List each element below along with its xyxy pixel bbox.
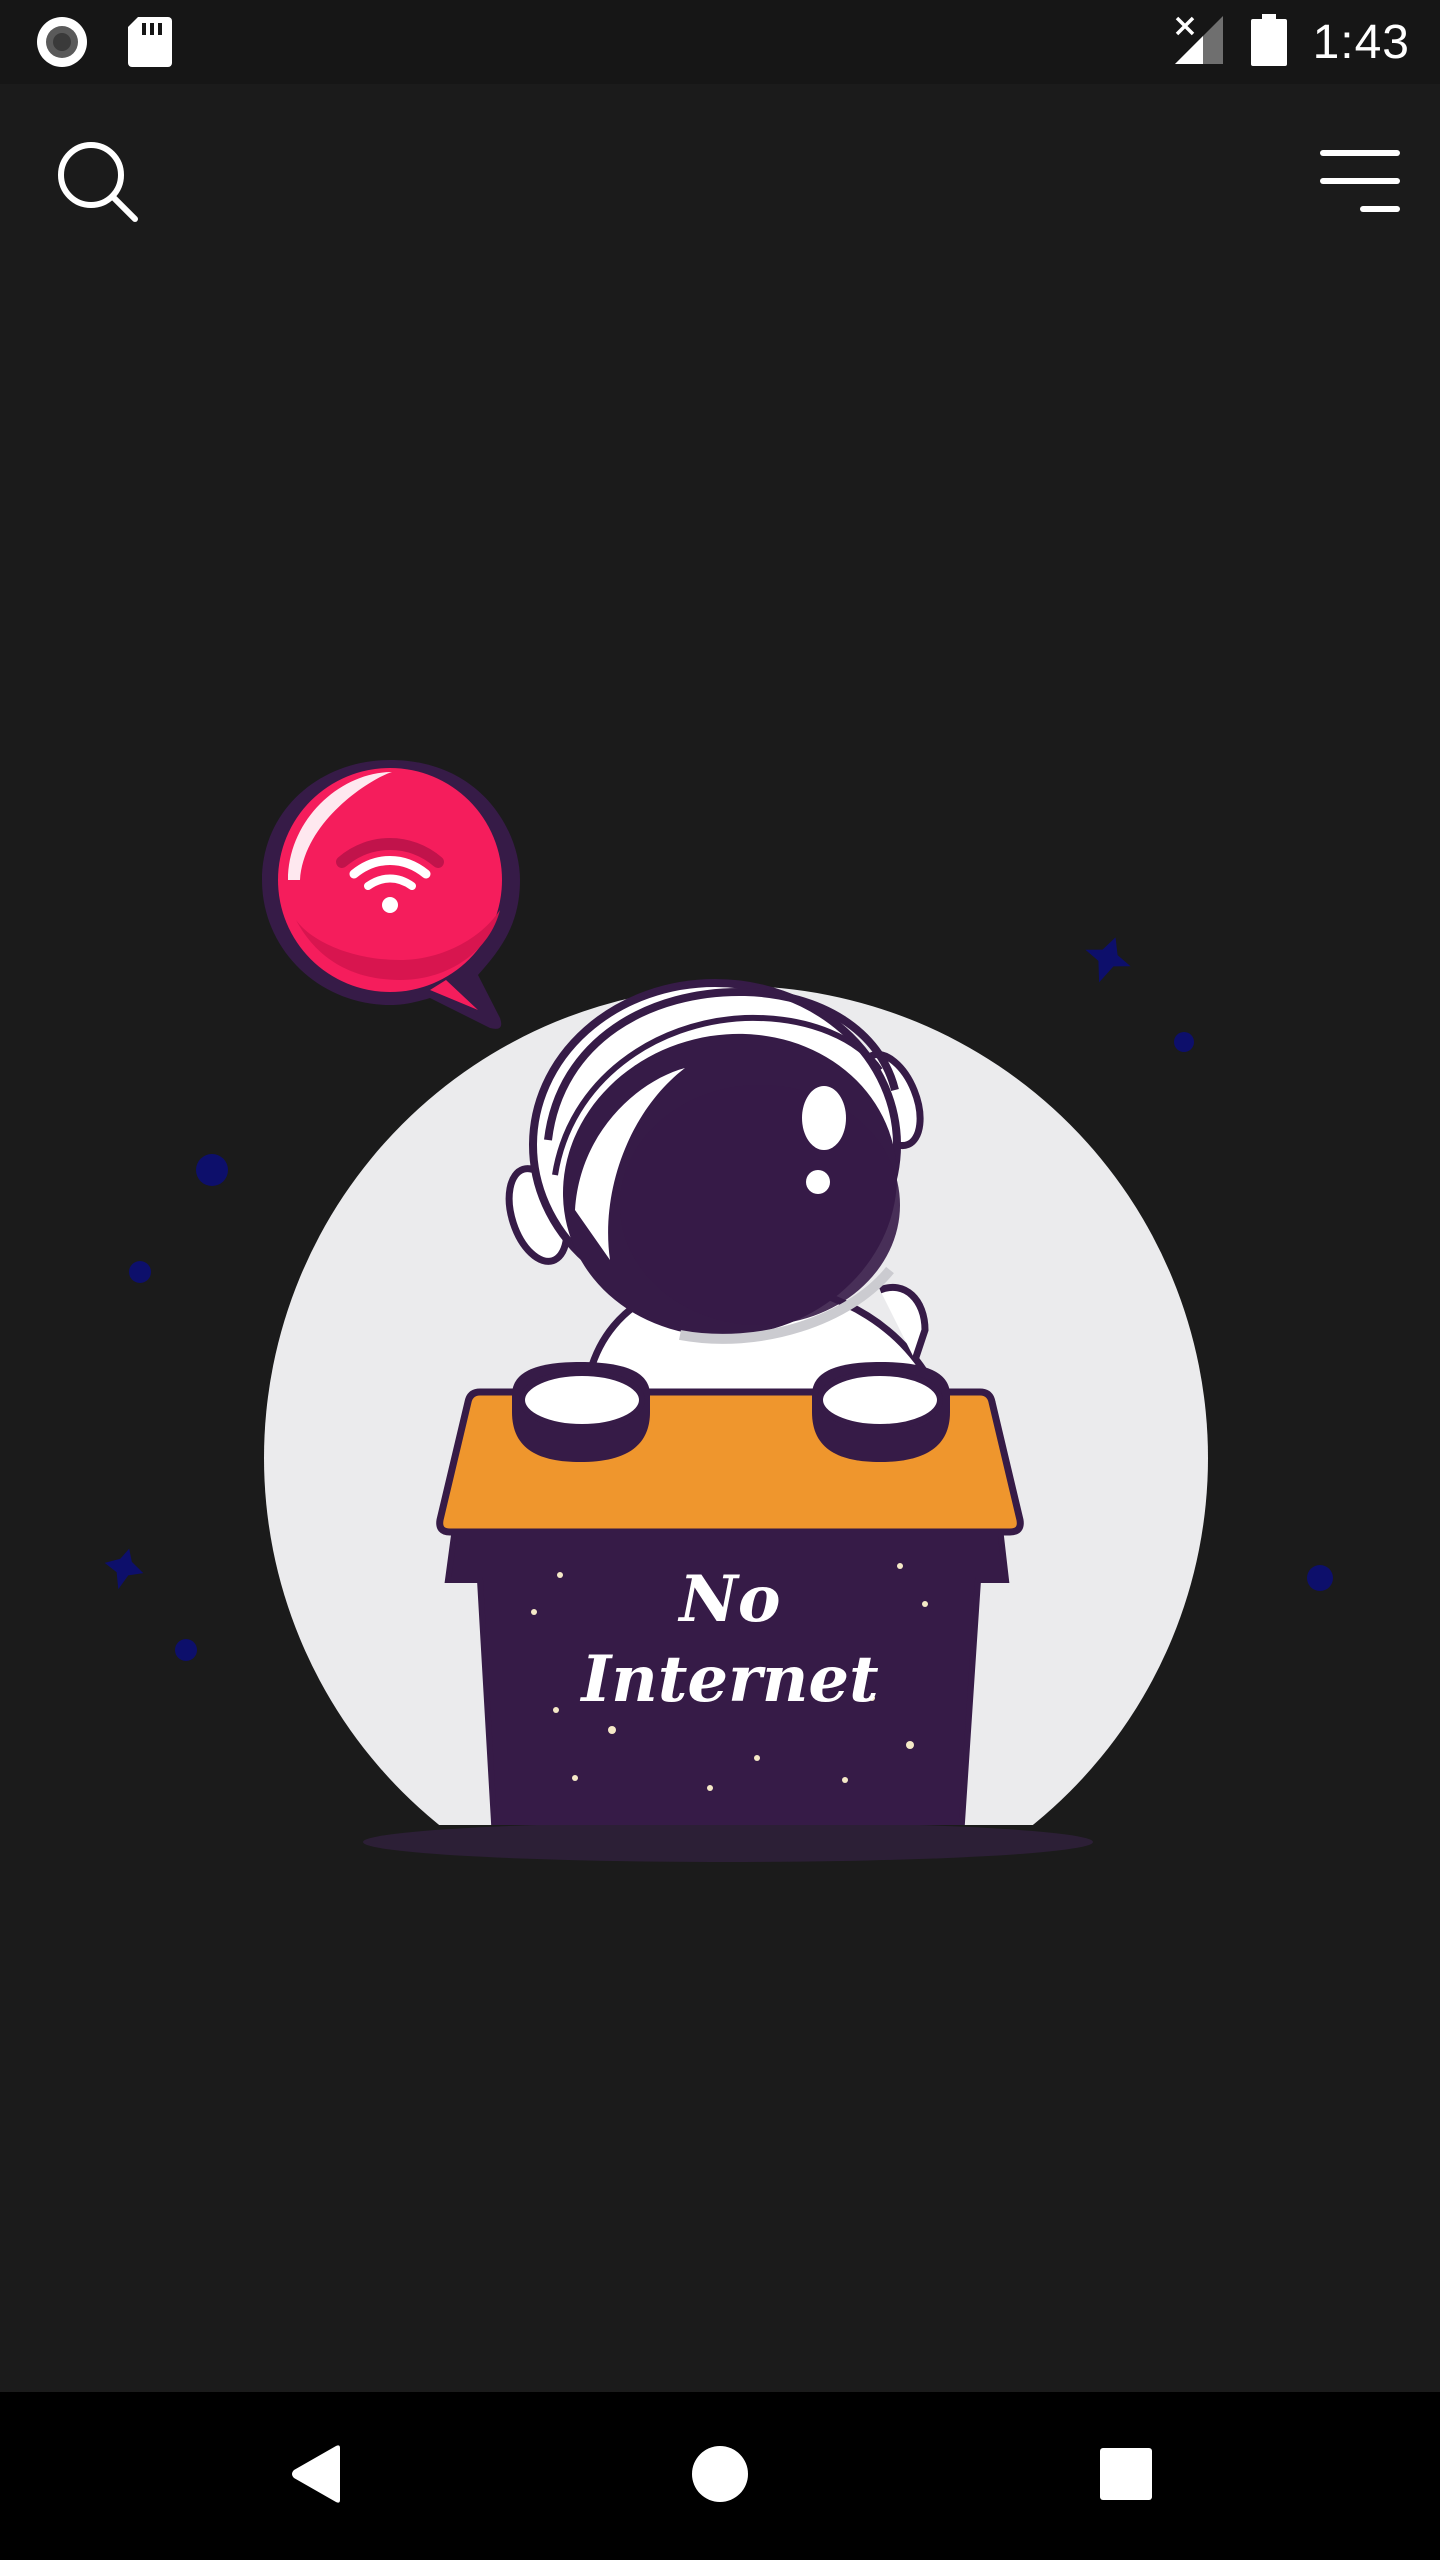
no-internet-illustration [104, 760, 1333, 1862]
sd-card-icon [128, 15, 172, 74]
back-icon [286, 2442, 346, 2511]
recents-button[interactable] [1076, 2426, 1176, 2526]
navigation-bar [0, 2392, 1440, 2560]
no-internet-screen: 1:43 No Internet [0, 0, 1440, 2560]
home-button[interactable] [670, 2426, 770, 2526]
app-bar [0, 84, 1440, 280]
sign-text-line2: Internet [581, 1642, 879, 1717]
speech-bubble [262, 760, 520, 1029]
menu-icon [1319, 147, 1401, 222]
home-icon [690, 2444, 750, 2509]
status-clock: 1:43 [1312, 15, 1410, 69]
record-icon [34, 14, 90, 75]
search-button[interactable] [50, 136, 146, 232]
status-bar: 1:43 [0, 0, 1440, 84]
no-signal-icon [1173, 14, 1225, 71]
battery-icon [1250, 13, 1287, 71]
search-icon [55, 139, 141, 230]
sign-text-line1: No [679, 1562, 781, 1637]
recents-icon [1099, 2447, 1153, 2506]
menu-button[interactable] [1310, 136, 1410, 232]
back-button[interactable] [266, 2426, 366, 2526]
ground-shadow [363, 1822, 1093, 1862]
